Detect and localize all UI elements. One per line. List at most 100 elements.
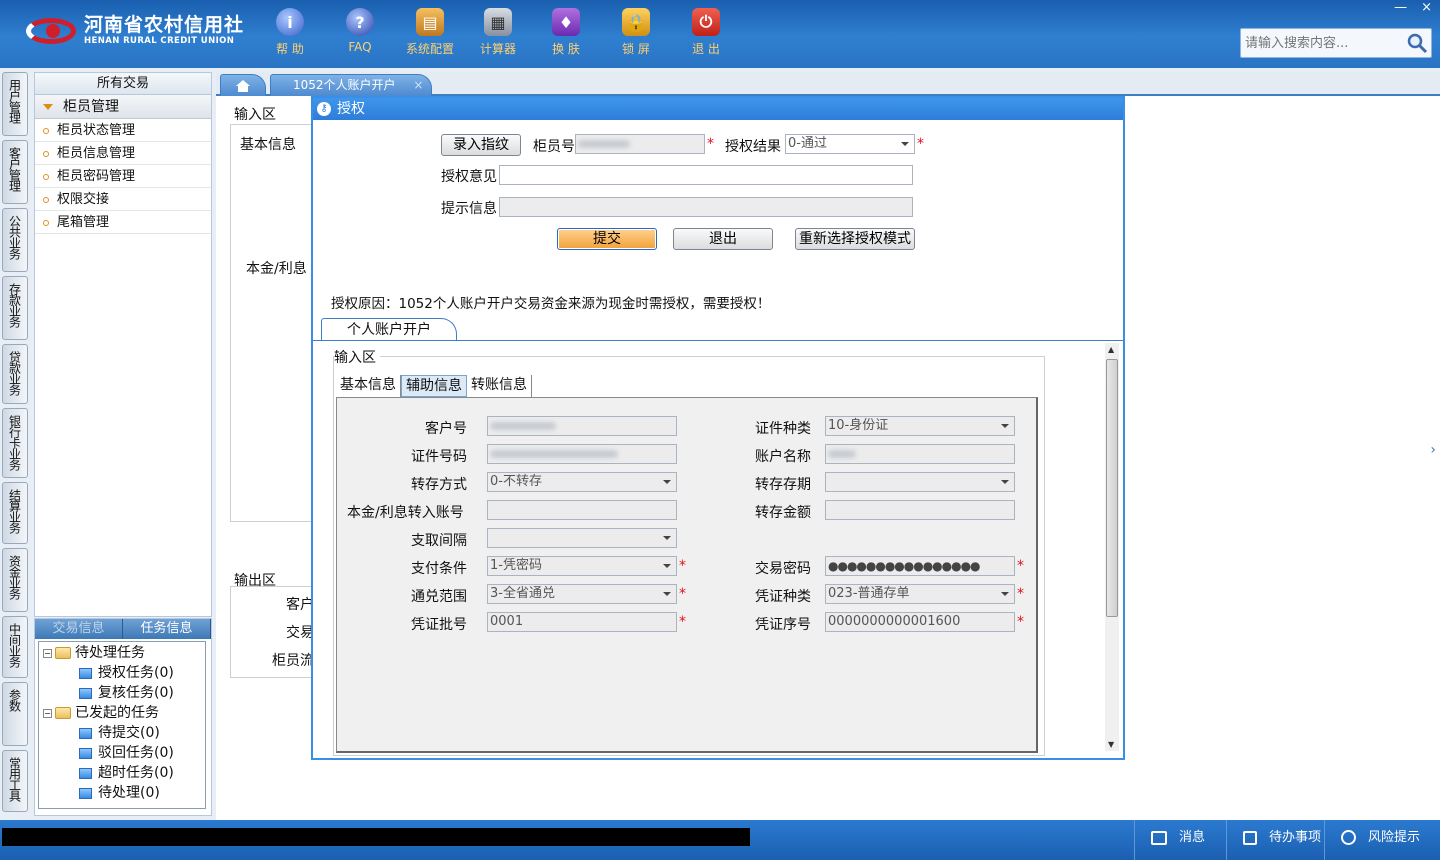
fingerprint-button[interactable]: 录入指纹 [441, 134, 521, 156]
voucher-type-select[interactable]: 023-普通存单 [825, 584, 1015, 604]
menu-item-teller-info[interactable]: 柜员信息管理 [35, 142, 211, 165]
toolbar-config-button[interactable]: ▤ 系统配置 [400, 8, 460, 57]
teller-input[interactable] [575, 134, 705, 154]
vtab-params[interactable]: 参数 [2, 682, 28, 746]
opinion-input[interactable] [499, 165, 913, 185]
scrollbar-thumb[interactable] [1106, 359, 1118, 617]
tab-basic-info[interactable]: 基本信息 [336, 375, 401, 397]
submit-button[interactable]: 提交 [557, 228, 657, 250]
bg-tab-basic[interactable]: 基本信息 [240, 134, 296, 154]
vtab-public[interactable]: 公共业务 [2, 208, 28, 272]
messages-button[interactable]: 消息 [1134, 820, 1226, 860]
vtab-bankcard[interactable]: 银行卡业务 [2, 408, 28, 478]
bullet-icon [43, 127, 49, 134]
tree-node-initiated[interactable]: − 已发起的任务 [43, 704, 159, 722]
search-input[interactable] [1240, 28, 1432, 58]
vtab-intermediary[interactable]: 中间业务 [2, 616, 28, 678]
voucher-seq-input[interactable]: 0000000000001600 [825, 612, 1015, 632]
required-mark: * [1017, 586, 1024, 602]
tree-node-rejected[interactable]: 驳回任务(0) [79, 744, 174, 762]
trans-pwd-label: 交易密码 [755, 561, 811, 577]
result-value: 0-通过 [788, 136, 827, 151]
logo-text-cn: 河南省农村信用社 [84, 13, 245, 36]
risk-alert-button[interactable]: 风险提示 [1324, 820, 1440, 860]
hint-field [499, 197, 913, 217]
bg-teller-label: 柜员流 [272, 653, 314, 669]
pay-cond-select[interactable]: 1-凭密码 [487, 556, 677, 576]
transfer-amount-input[interactable] [825, 500, 1015, 520]
tab-personal-account[interactable]: 个人账户开户 [321, 318, 457, 340]
tree-node-auth-task[interactable]: 授权任务(0) [79, 664, 174, 682]
tab-transaction-info[interactable]: 交易信息 [35, 619, 123, 639]
principal-acct-input[interactable] [487, 500, 677, 520]
dialog-scrollbar[interactable]: ▲ ▼ [1105, 343, 1119, 751]
minimize-button[interactable]: — [1394, 0, 1407, 15]
tree-node-to-submit[interactable]: 待提交(0) [79, 724, 160, 742]
dialog-title-bar[interactable]: ⚷ 授权 [313, 98, 1123, 120]
voucher-batch-input[interactable]: 0001 [487, 612, 677, 632]
menu-item-permission-handover[interactable]: 权限交接 [35, 188, 211, 211]
group-label: 柜员管理 [63, 99, 119, 115]
acct-name-label: 账户名称 [755, 449, 811, 465]
tab-underline [313, 340, 1123, 341]
reselect-mode-button[interactable]: 重新选择授权模式 [795, 228, 915, 250]
toolbar-exit-button[interactable]: ⏻ 退 出 [676, 8, 736, 57]
calculator-icon: ▦ [484, 8, 512, 36]
scroll-up-icon[interactable]: ▲ [1108, 345, 1114, 354]
tree-node-timeout[interactable]: 超时任务(0) [79, 764, 174, 782]
group-teller-mgmt[interactable]: 柜员管理 [35, 95, 211, 119]
menu-item-teller-password[interactable]: 柜员密码管理 [35, 165, 211, 188]
tab-title: 1052个人账户开户 [293, 78, 396, 92]
collapse-icon[interactable]: − [43, 648, 52, 658]
vtab-deposit[interactable]: 存款业务 [2, 276, 28, 340]
vtab-funds[interactable]: 资金业务 [2, 548, 28, 612]
expand-right-icon[interactable]: › [1430, 442, 1436, 458]
chevron-down-icon [663, 480, 671, 484]
toolbar-help-button[interactable]: i 帮 助 [260, 8, 320, 57]
result-select[interactable]: 0-通过 [785, 134, 915, 154]
vtab-loan[interactable]: 贷款业务 [2, 344, 28, 404]
masked-value [490, 421, 556, 430]
interval-select[interactable] [487, 528, 677, 548]
tab-aux-info[interactable]: 辅助信息 [401, 375, 467, 397]
scroll-down-icon[interactable]: ▼ [1108, 740, 1114, 749]
close-tab-icon[interactable]: × [413, 78, 423, 92]
tab-task-info[interactable]: 任务信息 [123, 619, 211, 639]
search-icon[interactable] [1406, 32, 1428, 54]
tab-transfer-info[interactable]: 转账信息 [467, 375, 532, 397]
toolbar-faq-button[interactable]: ? FAQ [330, 8, 390, 54]
transaction-panel-header[interactable]: 所有交易 [35, 73, 211, 95]
tree-node-review-task[interactable]: 复核任务(0) [79, 684, 174, 702]
tab-account-open[interactable]: 1052个人账户开户 × [270, 74, 432, 96]
result-label: 授权结果 [725, 139, 781, 155]
toolbar-lock-button[interactable]: 🔒 锁 屏 [606, 8, 666, 57]
menu-item-teller-status[interactable]: 柜员状态管理 [35, 119, 211, 142]
tree-node-to-process[interactable]: 待处理(0) [79, 784, 160, 802]
auth-dialog: ⚷ 授权 录入指纹 柜员号 * 授权结果 0-通过 * 授权意见 提示信息 提交… [311, 96, 1125, 760]
exit-button[interactable]: 退出 [673, 228, 773, 250]
lock-icon: 🔒 [622, 8, 650, 36]
transfer-mode-select[interactable]: 0-不转存 [487, 472, 677, 492]
collapse-icon[interactable]: − [43, 708, 52, 718]
vtab-tools[interactable]: 常用工具 [2, 750, 28, 812]
tab-home[interactable] [220, 74, 266, 96]
vtab-settlement[interactable]: 结算业务 [2, 482, 28, 544]
todo-button[interactable]: 待办事项 [1226, 820, 1324, 860]
trans-pwd-input[interactable]: ●●●●●●●●●●●●●●●● [825, 556, 1015, 576]
cust-no-input[interactable] [487, 416, 677, 436]
acct-name-input[interactable] [825, 444, 1015, 464]
toolbar-skin-button[interactable]: ♦ 换 肤 [536, 8, 596, 57]
transfer-term-select[interactable] [825, 472, 1015, 492]
tree-node-pending[interactable]: − 待处理任务 [43, 644, 145, 662]
scope-select[interactable]: 3-全省通兑 [487, 584, 677, 604]
id-type-select[interactable]: 10-身份证 [825, 416, 1015, 436]
task-icon [79, 767, 92, 779]
toolbar-calculator-button[interactable]: ▦ 计算器 [468, 8, 528, 57]
task-icon [79, 787, 92, 799]
vtab-user-mgmt[interactable]: 用户管理 [2, 72, 28, 136]
close-button[interactable]: × [1421, 0, 1432, 15]
folder-icon [55, 647, 71, 659]
menu-item-cash-box[interactable]: 尾箱管理 [35, 211, 211, 234]
id-no-input[interactable] [487, 444, 677, 464]
vtab-customer-mgmt[interactable]: 客户管理 [2, 140, 28, 204]
